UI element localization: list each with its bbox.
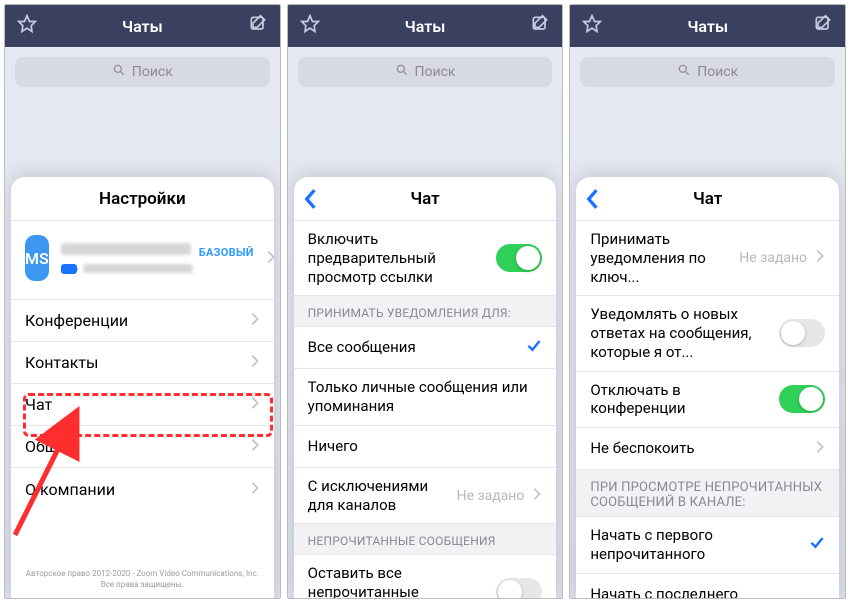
sheet-title: Чат <box>693 189 722 209</box>
profile-row[interactable]: MS БАЗОВЫЙ <box>11 221 274 300</box>
row-label: Принимать уведомления по ключ... <box>590 230 731 286</box>
row-label: С исключениями для каналов <box>308 477 449 515</box>
nav-title: Чаты <box>320 17 531 36</box>
row-label: Только личные сообщения или упоминания <box>308 378 543 416</box>
chevron-right-icon <box>250 480 260 499</box>
row-private-only[interactable]: Только личные сообщения или упоминания <box>294 369 557 426</box>
back-button[interactable] <box>584 177 600 220</box>
search-placeholder: Поиск <box>415 64 456 80</box>
search-icon <box>395 63 409 81</box>
section-header: ПРИНИМАТЬ УВЕДОМЛЕНИЯ ДЛЯ: <box>294 296 557 327</box>
nav-bar: Чаты <box>5 5 280 47</box>
search-icon <box>677 63 691 81</box>
nav-title: Чаты <box>602 17 813 36</box>
phone-screen-3: Чаты Поиск Чат Принимать уведомления по … <box>569 4 846 599</box>
row-channel-exceptions[interactable]: С исключениями для каналов Не задано <box>294 468 557 525</box>
row-label: Оставить все непрочитанные сообщения све… <box>308 564 489 598</box>
nav-title: Чаты <box>37 17 248 36</box>
search-icon <box>112 63 126 81</box>
phone-screen-2: Чаты Поиск Чат Включить предварительный … <box>287 4 564 599</box>
compose-icon[interactable] <box>530 14 550 38</box>
chat-settings-sheet: Чат Включить предварительный просмотр сс… <box>294 177 557 598</box>
chevron-right-icon <box>815 440 825 458</box>
row-start-last[interactable]: Начать с последнего <box>576 574 839 599</box>
chevron-right-icon <box>815 249 825 267</box>
menu-item-general[interactable]: Общие <box>11 426 274 468</box>
row-keyword-notify[interactable]: Принимать уведомления по ключ... Не зада… <box>576 221 839 296</box>
camera-icon <box>61 264 77 274</box>
section-header: НЕПРОЧИТАННЫЕ СООБЩЕНИЯ <box>294 524 557 555</box>
star-icon[interactable] <box>17 14 37 38</box>
profile-name-blur <box>61 243 191 255</box>
row-label: Начать с первого непрочитанного <box>590 526 801 564</box>
menu-item-about[interactable]: О компании <box>11 468 274 510</box>
row-keep-unread-top[interactable]: Оставить все непрочитанные сообщения све… <box>294 555 557 598</box>
chat-settings-sheet-2: Чат Принимать уведомления по ключ... Не … <box>576 177 839 598</box>
avatar: MS <box>25 235 49 281</box>
search-input[interactable]: Поиск <box>15 57 270 87</box>
row-label: Начать с последнего <box>590 585 825 598</box>
row-label: Отключать в конференции <box>590 381 771 419</box>
profile-email-blur <box>83 264 193 273</box>
section-header: ПРИ ПРОСМОТРЕ НЕПРОЧИТАННЫХ СООБЩЕНИЙ В … <box>576 470 839 517</box>
search-placeholder: Поиск <box>697 64 738 80</box>
footer-line1: Авторское право 2012-2020 - Zoom Video C… <box>11 569 274 579</box>
nav-bar: Чаты <box>288 5 563 47</box>
toggle-off[interactable] <box>779 319 825 347</box>
row-start-first[interactable]: Начать с первого непрочитанного <box>576 517 839 574</box>
check-icon <box>809 534 825 555</box>
star-icon[interactable] <box>300 14 320 38</box>
menu-label: Контакты <box>25 353 98 372</box>
chevron-right-icon <box>250 437 260 456</box>
sheet-title: Чат <box>410 189 439 209</box>
star-icon[interactable] <box>582 14 602 38</box>
menu-label: Чат <box>25 395 52 414</box>
chevron-right-icon <box>250 311 260 330</box>
toggle-on[interactable] <box>779 385 825 413</box>
row-value: Не задано <box>457 488 525 504</box>
menu-label: Конференции <box>25 311 128 330</box>
nav-bar: Чаты <box>570 5 845 47</box>
row-dnd[interactable]: Не беспокоить <box>576 428 839 470</box>
row-label: Не беспокоить <box>590 439 807 458</box>
row-preview-links[interactable]: Включить предварительный просмотр ссылки <box>294 221 557 296</box>
row-label: Все сообщения <box>308 338 519 357</box>
search-input[interactable]: Поиск <box>298 57 553 87</box>
search-placeholder: Поиск <box>132 64 173 80</box>
chevron-right-icon <box>532 487 542 505</box>
row-label: Ничего <box>308 437 543 456</box>
footer-line2: Все права защищены. <box>11 580 274 590</box>
toggle-off[interactable] <box>496 578 542 598</box>
check-icon <box>526 337 542 358</box>
compose-icon[interactable] <box>813 14 833 38</box>
row-nothing[interactable]: Ничего <box>294 426 557 468</box>
toggle-on[interactable] <box>496 244 542 272</box>
row-mute-meeting[interactable]: Отключать в конференции <box>576 372 839 429</box>
plan-badge: БАЗОВЫЙ <box>199 246 254 259</box>
chevron-right-icon <box>250 395 260 414</box>
menu-item-conferences[interactable]: Конференции <box>11 300 274 342</box>
chevron-right-icon <box>266 249 274 268</box>
footer-copyright: Авторское право 2012-2020 - Zoom Video C… <box>11 569 274 590</box>
search-input[interactable]: Поиск <box>580 57 835 87</box>
compose-icon[interactable] <box>248 14 268 38</box>
menu-label: О компании <box>25 480 115 499</box>
row-label: Уведомлять о новых ответах на сообщения,… <box>590 305 771 361</box>
menu-item-contacts[interactable]: Контакты <box>11 342 274 384</box>
phone-screen-1: Чаты Поиск Настройки MS БАЗОВЫЙ <box>4 4 281 599</box>
row-reply-notify[interactable]: Уведомлять о новых ответах на сообщения,… <box>576 296 839 371</box>
back-button[interactable] <box>302 177 318 220</box>
row-label: Включить предварительный просмотр ссылки <box>308 230 489 286</box>
chevron-right-icon <box>250 353 260 372</box>
row-all-messages[interactable]: Все сообщения <box>294 327 557 369</box>
menu-label: Общие <box>25 437 76 456</box>
sheet-title: Настройки <box>11 177 274 221</box>
row-value: Не задано <box>739 250 807 266</box>
settings-sheet: Настройки MS БАЗОВЫЙ Конференции <box>11 177 274 598</box>
menu-item-chat[interactable]: Чат <box>11 384 274 426</box>
